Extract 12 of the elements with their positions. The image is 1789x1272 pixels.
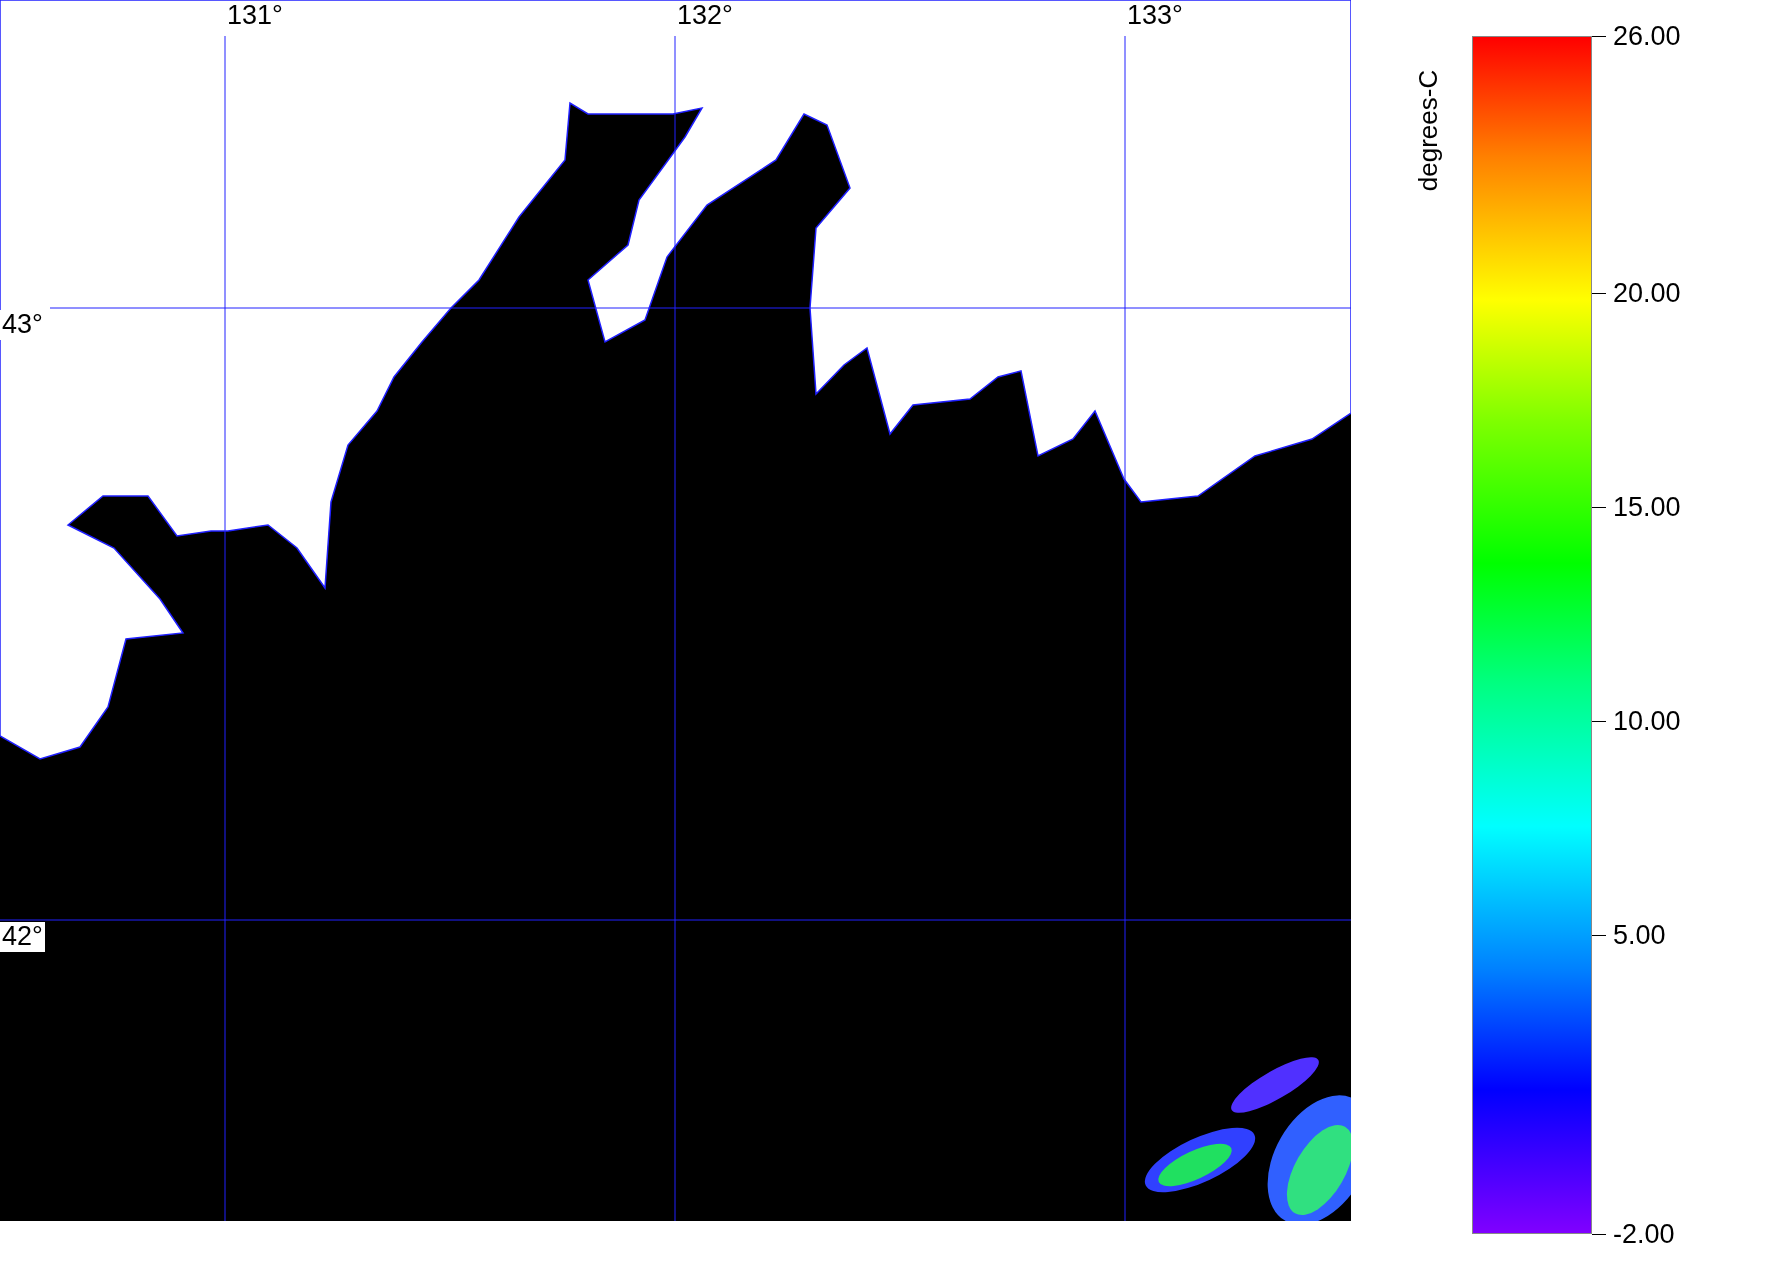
longitude-label: 131° bbox=[227, 2, 283, 29]
colorbar-unit-label: degrees-C bbox=[1413, 69, 1445, 192]
colorbar-tick-label: 10.00 bbox=[1613, 707, 1681, 735]
longitude-label: 133° bbox=[1127, 2, 1183, 29]
latitude-label: 43° bbox=[0, 310, 45, 340]
colorbar-tick-label: 20.00 bbox=[1613, 279, 1681, 307]
longitude-label: 132° bbox=[677, 2, 733, 29]
colorbar-tick-label: 15.00 bbox=[1613, 493, 1681, 521]
colorbar-tick-label: 5.00 bbox=[1613, 921, 1666, 948]
colorbar-tick-label: 26.00 bbox=[1613, 22, 1681, 50]
colorbar-tick-label: -2.00 bbox=[1613, 1220, 1675, 1248]
latitude-label: 42° bbox=[0, 922, 45, 952]
